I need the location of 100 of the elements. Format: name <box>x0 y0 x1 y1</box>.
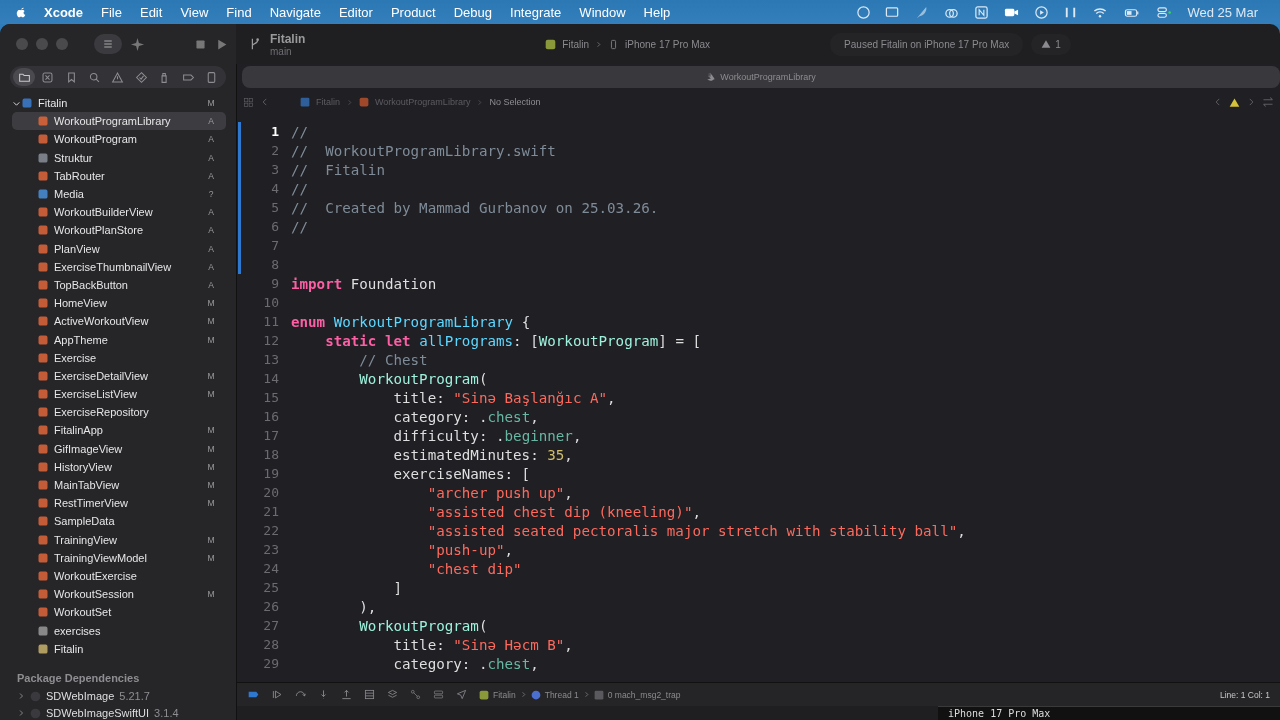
menu-item[interactable]: Help <box>634 4 680 20</box>
editor-tab[interactable]: WorkoutProgramLibrary <box>698 72 824 82</box>
menu-item[interactable]: Editor <box>329 4 382 20</box>
menu-item[interactable]: Product <box>381 4 445 20</box>
scheme-selector[interactable]: Fitalin <box>562 38 590 50</box>
package-item[interactable]: SDWebImage 5.21.7 <box>17 687 236 705</box>
warning-count-button[interactable]: 1 <box>1031 33 1071 55</box>
menu-item[interactable]: Find <box>217 4 261 20</box>
file-tree-item[interactable]: TopBackButton A <box>12 275 226 295</box>
sidebar-toggle-button[interactable] <box>94 34 122 54</box>
line-number: 25 <box>262 580 280 595</box>
layers-icon[interactable] <box>387 689 398 700</box>
menu-item[interactable]: Integrate <box>501 4 571 20</box>
file-tree-item[interactable]: HistoryView M <box>12 457 226 476</box>
back-chevron-icon[interactable] <box>260 97 270 107</box>
package-item[interactable]: SDWebImageSwiftUI 3.1.4 <box>17 704 236 720</box>
device-selector[interactable]: iPhone 17 Pro Max <box>625 38 711 50</box>
entitlements-file-icon <box>37 642 49 655</box>
menu-app-name[interactable]: Xcode <box>28 4 92 20</box>
status-letter: M <box>206 425 216 436</box>
stop-icon[interactable] <box>194 37 207 51</box>
forward-chevron-icon[interactable] <box>1246 97 1256 107</box>
file-tree-item[interactable]: ExerciseThumbnailView A <box>12 257 226 276</box>
file-tree-item[interactable]: WorkoutProgram A <box>12 130 226 149</box>
navigator-tab[interactable] <box>13 68 36 86</box>
line-number: 14 <box>262 371 280 386</box>
swift-file-icon <box>37 460 49 473</box>
file-tree-item[interactable]: FitalinApp M <box>12 421 226 440</box>
swift-file-icon <box>37 497 49 510</box>
line-number: 5 <box>270 200 280 215</box>
warning-icon[interactable] <box>1229 96 1240 108</box>
code-line: // <box>291 218 309 235</box>
memory-graph-icon[interactable] <box>410 689 421 700</box>
file-tree-item[interactable]: Fitalin M <box>12 94 226 113</box>
step-out-icon[interactable] <box>341 689 352 700</box>
chevron-right-icon <box>519 691 527 698</box>
file-tree-item[interactable]: ExerciseRepository <box>12 403 226 422</box>
line-number: 3 <box>270 162 280 177</box>
status-letter: A <box>207 134 215 145</box>
swap-arrows-icon[interactable] <box>1262 96 1274 108</box>
menu-item[interactable]: Window <box>570 4 635 20</box>
file-tree-item[interactable]: SampleData <box>12 512 226 531</box>
file-tree-item[interactable]: GifImageView M <box>12 439 226 458</box>
menu-item[interactable]: Navigate <box>260 4 330 20</box>
step-over-icon[interactable] <box>295 689 306 700</box>
thread-icon <box>530 689 541 700</box>
file-tree-item[interactable]: Media ? <box>12 184 226 204</box>
chevron-right-icon <box>476 98 484 106</box>
run-icon[interactable] <box>215 37 228 51</box>
device-window-title: iPhone 17 Pro Max <box>938 706 1280 720</box>
status-letter: A <box>207 207 215 218</box>
file-tree-item[interactable]: WorkoutSet <box>12 603 226 622</box>
file-tree-item[interactable]: WorkoutPlanStore A <box>12 221 226 240</box>
breakpoints-toggle-icon[interactable] <box>247 689 260 700</box>
continue-icon[interactable] <box>272 689 283 700</box>
file-tree-item[interactable]: ExerciseListView M <box>12 385 226 404</box>
step-into-icon[interactable] <box>318 689 329 700</box>
file-tree-item[interactable]: ActiveWorkoutView M <box>12 312 226 331</box>
debug-frame[interactable]: 0 mach_msg2_trap <box>607 689 681 700</box>
file-tree-item[interactable]: HomeView M <box>12 294 226 313</box>
location-arrow-icon[interactable] <box>456 689 467 700</box>
debug-thread[interactable]: Thread 1 <box>544 689 579 700</box>
file-tree-item[interactable]: Struktur A <box>12 148 226 167</box>
file-tree-item[interactable]: WorkoutProgramLibrary A <box>12 112 226 131</box>
file-tree-item[interactable]: ExerciseDetailView M <box>12 366 226 385</box>
control-center-icon[interactable] <box>1156 4 1174 20</box>
file-tree-item[interactable]: WorkoutExercise <box>12 566 226 586</box>
file-tree-item[interactable]: Exercise <box>12 348 226 367</box>
file-tree-item[interactable]: TrainingView M <box>12 530 226 549</box>
warning-icon <box>111 70 125 84</box>
grid-icon[interactable] <box>243 96 254 108</box>
code-line: exerciseNames: [ <box>392 465 531 482</box>
screen-share-icon[interactable] <box>885 4 901 20</box>
environment-icon[interactable] <box>433 689 444 700</box>
file-tree-item[interactable]: WorkoutSession M <box>12 585 226 604</box>
file-tree-item[interactable]: RestTimerView M <box>12 494 226 513</box>
file-tree-item[interactable]: WorkoutBuilderView A <box>12 203 226 222</box>
file-tree-item[interactable]: Fitalin <box>12 639 226 658</box>
code-line: "assisted chest dip (kneeling)", <box>426 503 701 520</box>
line-number: 4 <box>270 181 280 196</box>
sparkle-icon[interactable] <box>130 36 145 52</box>
file-tree-item[interactable]: MainTabView M <box>12 475 226 495</box>
file-tree-item[interactable]: exercises <box>12 621 226 640</box>
menu-item[interactable]: Edit <box>130 4 172 20</box>
menu-clock[interactable]: Wed 25 Mar <box>1187 4 1258 20</box>
view-hierarchy-icon[interactable] <box>364 689 375 700</box>
play-circle-icon[interactable] <box>1034 4 1050 20</box>
back-chevron-icon[interactable] <box>1213 97 1223 107</box>
swift-file-icon <box>37 242 49 255</box>
file-tree-item[interactable]: TrainingViewModel M <box>12 548 226 567</box>
code-line: // WorkoutProgramLibrary.swift <box>291 142 556 159</box>
file-tree-item[interactable]: AppTheme M <box>12 330 226 349</box>
menu-item[interactable]: File <box>92 4 131 20</box>
jump-bar-item[interactable]: No Selection <box>489 97 541 107</box>
code-line: ), <box>358 598 377 615</box>
menu-item[interactable]: View <box>171 4 218 20</box>
file-tree-item[interactable]: PlanView A <box>12 239 226 258</box>
menu-item[interactable]: Debug <box>444 4 502 20</box>
debug-target[interactable]: Fitalin <box>493 689 516 700</box>
file-tree-item[interactable]: TabRouter A <box>12 166 226 185</box>
